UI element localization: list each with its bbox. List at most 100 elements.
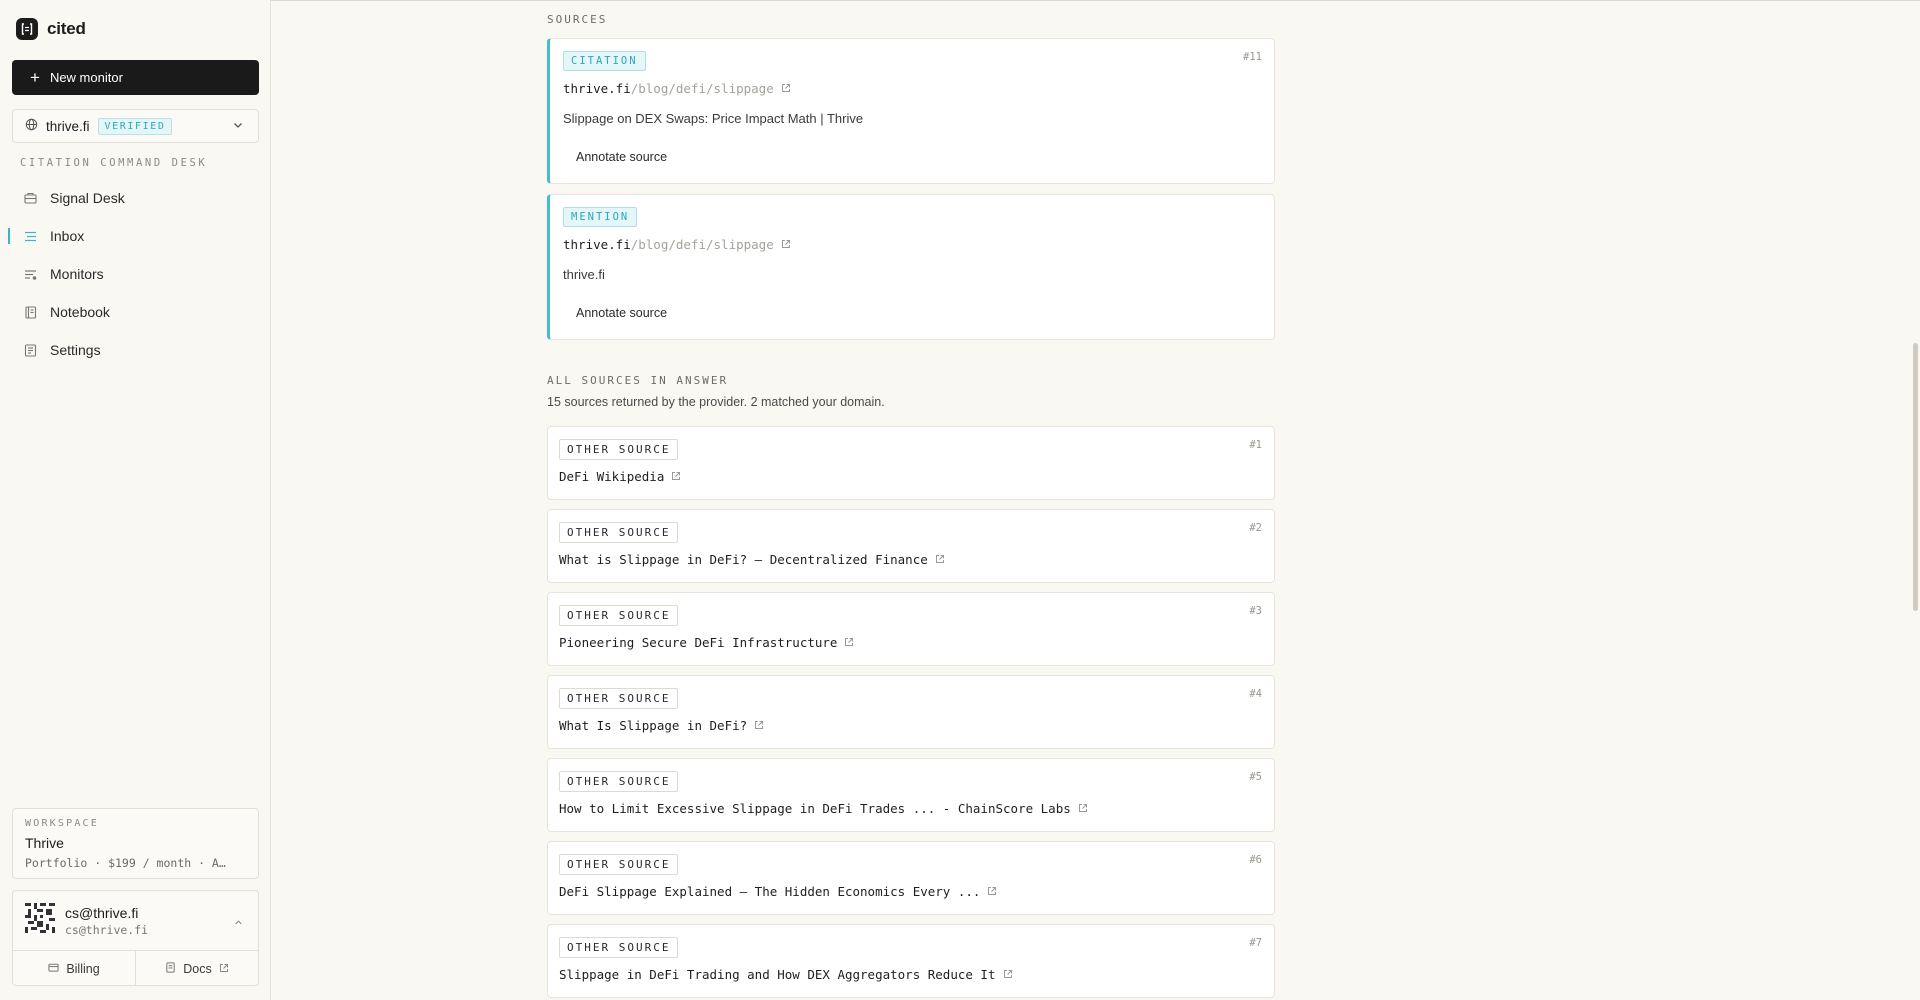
docs-link[interactable]: Docs — [135, 951, 258, 986]
chevron-down-icon — [232, 119, 244, 134]
source-number: #6 — [1249, 854, 1262, 866]
settings-icon — [24, 343, 37, 357]
external-link-icon — [1078, 801, 1088, 816]
other-source-tag: OTHER SOURCE — [559, 854, 679, 875]
billing-icon — [48, 962, 59, 976]
other-source-link[interactable]: DeFi Wikipedia — [559, 469, 681, 484]
other-source-title: DeFi Wikipedia — [559, 469, 665, 484]
account-menu[interactable]: cs@thrive.fi cs@thrive.fi — [13, 891, 258, 951]
other-source-tag: OTHER SOURCE — [559, 605, 679, 626]
sidebar-item-settings[interactable]: Settings — [0, 331, 271, 369]
top-divider — [271, 0, 1920, 1]
monitors-icon — [24, 268, 37, 281]
source-card: CITATION #11 thrive.fi/blog/defi/slippag… — [547, 38, 1275, 184]
source-number: #2 — [1249, 522, 1262, 534]
sidebar-item-notebook[interactable]: Notebook — [0, 293, 271, 331]
app-name: cited — [47, 19, 86, 38]
workspace-name: Thrive — [25, 835, 64, 851]
annotate-source-button[interactable]: Annotate source — [563, 299, 680, 327]
app-logo[interactable]: cited — [16, 18, 86, 40]
sidebar-item-inbox[interactable]: Inbox — [0, 217, 271, 255]
all-sources-summary: 15 sources returned by the provider. 2 m… — [547, 395, 885, 409]
external-link-icon — [671, 469, 681, 484]
other-source-title: Slippage in DeFi Trading and How DEX Agg… — [559, 967, 996, 982]
domain-selector[interactable]: thrive.fi VERIFIED — [12, 109, 259, 143]
source-number: #3 — [1249, 605, 1262, 617]
account-card: cs@thrive.fi cs@thrive.fi Billing Docs — [12, 890, 259, 986]
verified-badge: VERIFIED — [97, 117, 173, 135]
source-path: /blog/defi/slippage — [630, 81, 774, 96]
docs-label: Docs — [183, 961, 212, 976]
other-source-title: How to Limit Excessive Slippage in DeFi … — [559, 801, 1071, 816]
notebook-icon — [24, 305, 37, 319]
other-source-link[interactable]: What Is Slippage in DeFi? — [559, 718, 764, 733]
external-link-icon — [1003, 967, 1013, 982]
other-source-title: DeFi Slippage Explained – The Hidden Eco… — [559, 884, 981, 899]
external-link-icon — [781, 81, 791, 96]
other-source-card: OTHER SOURCE #3 Pioneering Secure DeFi I… — [547, 592, 1275, 666]
source-path: /blog/defi/slippage — [630, 237, 774, 252]
workspace-plan: Portfolio · $199 / month · A… — [25, 856, 226, 870]
external-link-icon — [844, 635, 854, 650]
domain-name: thrive.fi — [46, 118, 90, 134]
other-source-tag: OTHER SOURCE — [559, 439, 679, 460]
billing-link[interactable]: Billing — [13, 951, 135, 986]
other-source-tag: OTHER SOURCE — [559, 688, 679, 709]
other-source-card: OTHER SOURCE #5 How to Limit Excessive S… — [547, 758, 1275, 832]
sidebar-item-signal-desk[interactable]: Signal Desk — [0, 179, 271, 217]
other-source-link[interactable]: Slippage in DeFi Trading and How DEX Agg… — [559, 967, 1013, 982]
workspace-label: WORKSPACE — [25, 818, 99, 829]
sources-heading: SOURCES — [547, 13, 608, 26]
external-link-icon — [781, 237, 791, 252]
other-source-tag: OTHER SOURCE — [559, 771, 679, 792]
chevron-up-icon — [233, 915, 244, 933]
scrollbar[interactable] — [1911, 0, 1920, 1000]
other-source-tag: OTHER SOURCE — [559, 522, 679, 543]
external-link-icon — [754, 718, 764, 733]
workspace-card[interactable]: WORKSPACE Thrive Portfolio · $199 / mont… — [12, 808, 259, 879]
avatar — [25, 903, 55, 938]
other-source-title: Pioneering Secure DeFi Infrastructure — [559, 635, 838, 650]
sidebar-nav: Signal Desk Inbox Monitors Notebook Sett… — [0, 179, 271, 369]
account-email: cs@thrive.fi — [65, 922, 149, 937]
source-host: thrive.fi — [563, 81, 631, 96]
sidebar-item-label: Signal Desk — [50, 190, 125, 206]
sidebar-item-label: Monitors — [50, 266, 104, 282]
section-label: CITATION COMMAND DESK — [20, 157, 208, 169]
logo-icon — [16, 18, 38, 40]
docs-icon — [165, 961, 176, 976]
source-url-link[interactable]: thrive.fi/blog/defi/slippage — [563, 81, 791, 96]
plus-icon: + — [30, 68, 40, 87]
sidebar-item-monitors[interactable]: Monitors — [0, 255, 271, 293]
source-number: #7 — [1249, 937, 1262, 949]
other-source-link[interactable]: Pioneering Secure DeFi Infrastructure — [559, 635, 854, 650]
inbox-icon — [24, 230, 37, 243]
external-link-icon — [987, 884, 997, 899]
other-source-link[interactable]: How to Limit Excessive Slippage in DeFi … — [559, 801, 1088, 816]
other-source-link[interactable]: What is Slippage in DeFi? — Decentralize… — [559, 552, 945, 567]
other-source-card: OTHER SOURCE #6 DeFi Slippage Explained … — [547, 841, 1275, 915]
citation-tag: CITATION — [563, 51, 646, 71]
sidebar-item-label: Inbox — [50, 228, 85, 244]
other-source-card: OTHER SOURCE #2 What is Slippage in DeFi… — [547, 509, 1275, 583]
other-source-link[interactable]: DeFi Slippage Explained – The Hidden Eco… — [559, 884, 997, 899]
source-number: #1 — [1249, 439, 1262, 451]
globe-icon — [25, 118, 38, 134]
scrollbar-thumb[interactable] — [1913, 343, 1918, 611]
source-title: thrive.fi — [563, 267, 605, 282]
source-number: #5 — [1249, 771, 1262, 783]
sidebar-item-label: Notebook — [50, 304, 110, 320]
new-monitor-button[interactable]: + New monitor — [12, 60, 259, 95]
sidebar: cited + New monitor thrive.fi VERIFIED C… — [0, 0, 271, 1000]
annotate-source-button[interactable]: Annotate source — [563, 143, 680, 171]
other-source-card: OTHER SOURCE #1 DeFi Wikipedia — [547, 426, 1275, 500]
billing-label: Billing — [66, 961, 100, 976]
sidebar-item-label: Settings — [50, 342, 101, 358]
other-source-title: What Is Slippage in DeFi? — [559, 718, 748, 733]
other-source-title: What is Slippage in DeFi? — Decentralize… — [559, 552, 928, 567]
source-url-link[interactable]: thrive.fi/blog/defi/slippage — [563, 237, 791, 252]
source-card: MENTION thrive.fi/blog/defi/slippage thr… — [547, 194, 1275, 340]
account-name: cs@thrive.fi — [65, 904, 139, 921]
source-number: #11 — [1243, 51, 1262, 63]
source-title: Slippage on DEX Swaps: Price Impact Math… — [563, 111, 864, 126]
